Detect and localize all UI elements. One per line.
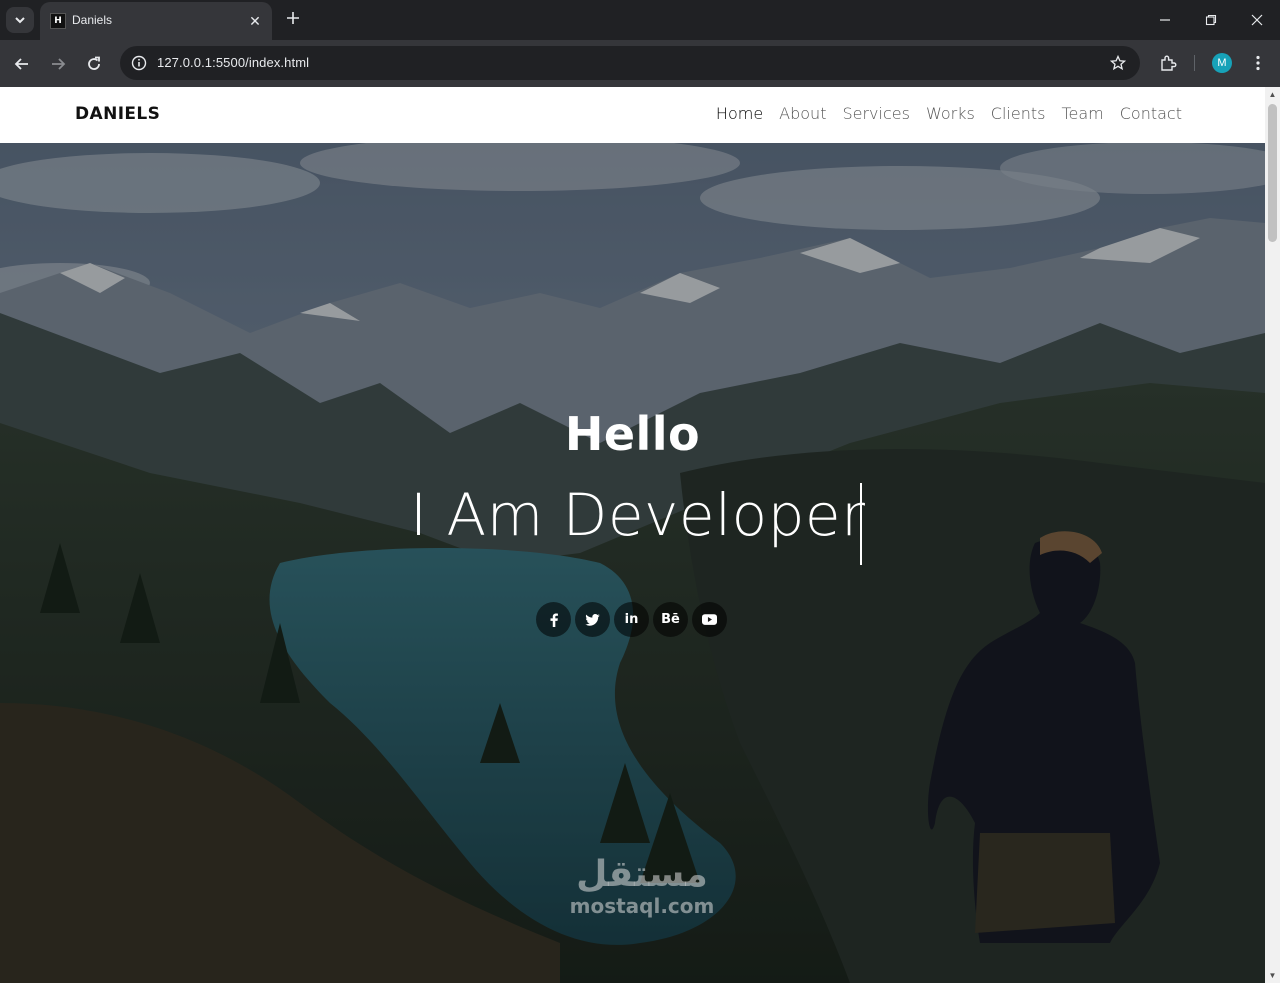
hero-tagline: I Am Developer <box>410 481 866 549</box>
behance-icon[interactable]: Bē <box>653 602 688 637</box>
extensions-icon <box>1161 55 1177 71</box>
nav-link-services[interactable]: Services <box>842 104 909 123</box>
browser-toolbar: 127.0.0.1:5500/index.html M <box>0 40 1280 87</box>
more-menu-icon <box>1256 55 1260 71</box>
window-close-icon <box>1251 14 1263 26</box>
nav-link-team[interactable]: Team <box>1061 104 1103 123</box>
forward-arrow-icon <box>52 58 66 70</box>
main-nav: Home About Services Works Clients Team C… <box>716 104 1182 123</box>
browser-tab[interactable]: H Daniels ✕ <box>40 2 272 40</box>
social-links: in Bē <box>536 602 727 637</box>
window-close-button[interactable] <box>1245 8 1269 32</box>
address-bar[interactable]: 127.0.0.1:5500/index.html <box>120 46 1140 80</box>
nav-link-home[interactable]: Home <box>716 104 763 123</box>
twitter-icon[interactable] <box>575 602 610 637</box>
hero-section: Hello I Am Developer in Bē مستقل mostaql… <box>0 143 1265 983</box>
extensions-button[interactable] <box>1156 51 1180 75</box>
tab-search-button[interactable] <box>6 7 34 33</box>
back-button[interactable] <box>10 52 34 76</box>
reload-button[interactable] <box>82 52 106 76</box>
tab-title: Daniels <box>72 13 113 27</box>
scroll-down-arrow-icon[interactable]: ▼ <box>1268 971 1277 980</box>
typing-cursor <box>860 483 862 565</box>
plus-icon <box>287 12 299 24</box>
close-icon[interactable]: ✕ <box>246 12 264 30</box>
reload-icon <box>88 56 100 70</box>
site-header: DANIELS Home About Services Works Client… <box>0 87 1265 143</box>
nav-link-about[interactable]: About <box>779 104 826 123</box>
url-text[interactable]: 127.0.0.1:5500/index.html <box>157 55 309 70</box>
watermark: مستقل mostaql.com <box>562 854 722 918</box>
site-info-icon[interactable] <box>130 54 148 72</box>
minimize-icon <box>1160 19 1170 21</box>
profile-avatar[interactable]: M <box>1212 53 1232 73</box>
minimize-button[interactable] <box>1153 8 1177 32</box>
hero-greeting: Hello <box>564 407 701 461</box>
watermark-arabic: مستقل <box>576 854 708 895</box>
back-arrow-icon <box>14 58 28 70</box>
page-viewport: DANIELS Home About Services Works Client… <box>0 87 1280 983</box>
linkedin-icon[interactable]: in <box>614 602 649 637</box>
nav-link-works[interactable]: Works <box>926 104 975 123</box>
restore-icon <box>1205 14 1217 26</box>
chevron-down-icon <box>15 17 25 24</box>
tab-strip: H Daniels ✕ <box>0 0 1280 40</box>
youtube-icon[interactable] <box>692 602 727 637</box>
new-tab-button[interactable] <box>282 8 304 30</box>
star-icon[interactable] <box>1108 53 1128 73</box>
nav-link-clients[interactable]: Clients <box>991 104 1046 123</box>
scroll-up-arrow-icon[interactable]: ▲ <box>1268 90 1277 99</box>
restore-button[interactable] <box>1199 8 1223 32</box>
page-scrollbar[interactable]: ▲ ▼ <box>1265 87 1280 983</box>
nav-link-contact[interactable]: Contact <box>1120 104 1182 123</box>
forward-button[interactable] <box>46 52 70 76</box>
more-menu-button[interactable] <box>1248 52 1268 74</box>
watermark-latin: mostaql.com <box>569 894 715 918</box>
favicon-icon: H <box>50 13 66 29</box>
site-logo[interactable]: DANIELS <box>75 104 160 124</box>
facebook-icon[interactable] <box>536 602 571 637</box>
scrollbar-thumb[interactable] <box>1268 104 1277 242</box>
toolbar-divider <box>1194 55 1195 71</box>
